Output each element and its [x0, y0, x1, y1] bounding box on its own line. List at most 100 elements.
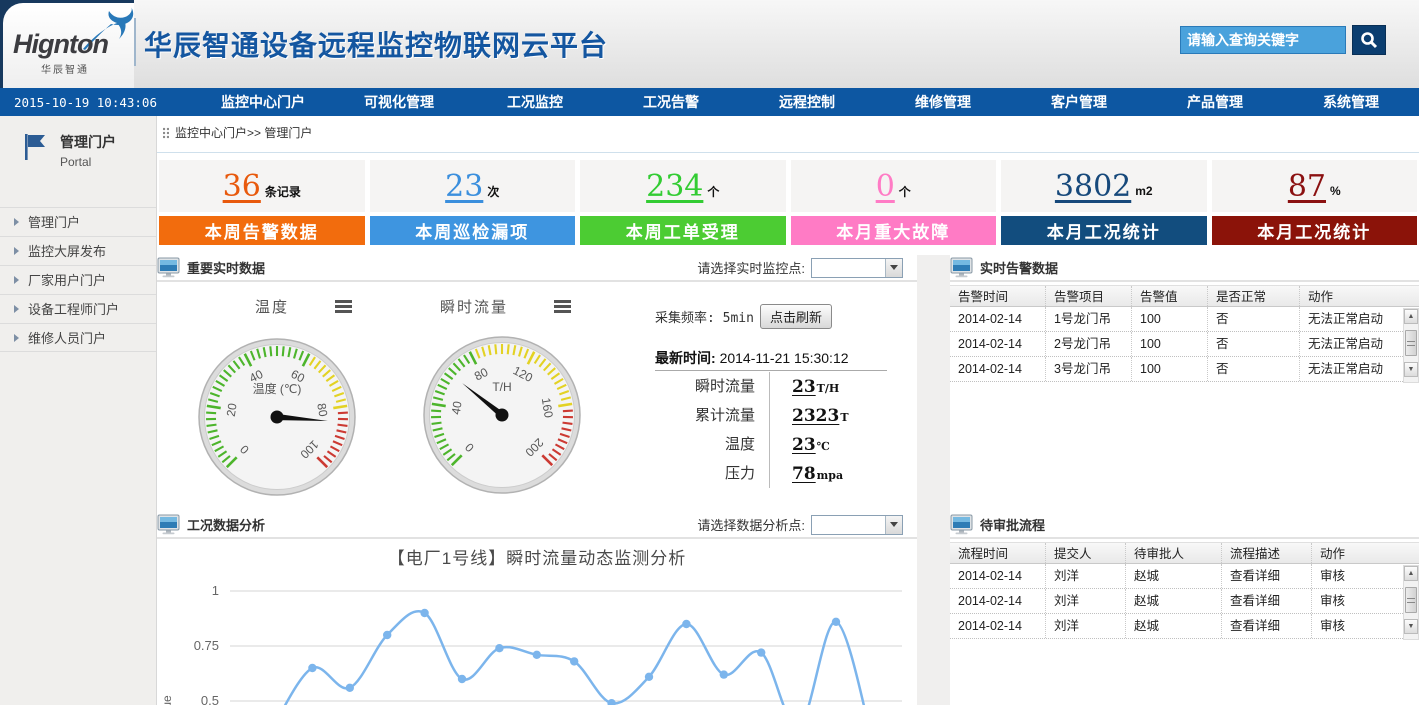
nav-item-客户管理[interactable]: 客户管理	[1011, 88, 1147, 116]
stat-card-0: 36条记录本周告警数据	[159, 160, 365, 245]
stat-value[interactable]: 0	[876, 169, 895, 204]
brand-subtitle: 华辰智通	[41, 61, 89, 76]
stat-value[interactable]: 3802	[1055, 169, 1131, 204]
reading-value[interactable]: 23T/H	[770, 377, 839, 397]
brand-name: Hignton	[13, 29, 108, 60]
svg-text:0.5: 0.5	[201, 693, 219, 705]
sidebar-item-管理门户[interactable]: 管理门户	[0, 207, 156, 236]
sidebar-arrow-icon	[14, 305, 19, 313]
stat-card-4: 3802 m2 本月工况统计	[1001, 160, 1207, 245]
svg-text:80: 80	[314, 402, 330, 418]
navbar-timestamp: 2015-10-19 10:43:06	[0, 95, 195, 110]
select-dropdown-arrow-icon[interactable]	[885, 259, 902, 277]
stat-unit: %	[1330, 184, 1341, 198]
stat-banner[interactable]: 本周巡检漏项	[370, 216, 576, 245]
table-cell: 否	[1208, 332, 1300, 356]
svg-text:20: 20	[224, 402, 240, 418]
nav-item-监控中心门户[interactable]: 监控中心门户	[195, 88, 331, 116]
select-value	[812, 516, 885, 534]
sidebar: 管理门户 Portal 管理门户监控大屏发布厂家用户门户设备工程师门户维修人员门…	[0, 116, 157, 705]
nav-item-系统管理[interactable]: 系统管理	[1283, 88, 1419, 116]
reading-label: 温度	[655, 430, 770, 459]
nav-item-可视化管理[interactable]: 可视化管理	[331, 88, 467, 116]
search-button[interactable]	[1352, 25, 1386, 55]
latest-time-value: 2014-11-21 15:30:12	[720, 350, 849, 366]
portal-subtitle: Portal	[60, 155, 116, 169]
column-header: 动作	[1300, 286, 1400, 306]
nav-item-维修管理[interactable]: 维修管理	[875, 88, 1011, 116]
table-row[interactable]: 2014-02-14刘洋赵城查看详细审核	[950, 564, 1419, 589]
svg-text:1: 1	[212, 583, 219, 598]
scroll-up-icon[interactable]: ▲	[1404, 566, 1418, 581]
nav-item-工况监控[interactable]: 工况监控	[467, 88, 603, 116]
stat-value-box: 0个	[791, 160, 997, 212]
svg-text:温度 (℃): 温度 (℃)	[253, 381, 302, 396]
table-cell: 审核	[1312, 564, 1400, 588]
monitor-point-select[interactable]	[811, 258, 903, 278]
stat-banner[interactable]: 本月工况统计	[1001, 216, 1207, 245]
monitor-icon	[950, 257, 974, 278]
stat-value-box: 36条记录	[159, 160, 365, 212]
table-row[interactable]: 2014-02-142号龙门吊100否无法正常启动	[950, 332, 1419, 357]
table-cell: 查看详细	[1222, 614, 1312, 638]
gauge1-menu-icon[interactable]	[335, 300, 352, 313]
nav-item-产品管理[interactable]: 产品管理	[1147, 88, 1283, 116]
table-cell: 审核	[1312, 589, 1400, 613]
table-row[interactable]: 2014-02-14刘洋赵城查看详细审核	[950, 614, 1419, 639]
column-header: 告警时间	[950, 286, 1046, 306]
main-content: 监控中心门户>> 管理门户 36条记录本周告警数据23次本周巡检漏项234个本周…	[157, 116, 1419, 705]
stat-value-box: 23次	[370, 160, 576, 212]
stat-unit: 条记录	[265, 183, 301, 200]
sidebar-item-label: 维修人员门户	[28, 331, 106, 346]
frequency-row: 采集频率: 5min 点击刷新	[655, 304, 832, 329]
table-scrollbar[interactable]: ▲▼	[1403, 308, 1419, 383]
reading-unit: T/H	[817, 382, 840, 395]
gauge2-menu-icon[interactable]	[554, 300, 571, 313]
scrollbar-thumb[interactable]	[1405, 587, 1417, 613]
scroll-down-icon[interactable]: ▼	[1404, 619, 1418, 634]
nav-item-工况告警[interactable]: 工况告警	[603, 88, 739, 116]
table-cell: 100	[1132, 357, 1208, 381]
table-cell: 无法正常启动	[1300, 332, 1400, 356]
nav-item-远程控制[interactable]: 远程控制	[739, 88, 875, 116]
analysis-point-select[interactable]	[811, 515, 903, 535]
sidebar-item-厂家用户门户[interactable]: 厂家用户门户	[0, 265, 156, 294]
stat-banner[interactable]: 本周告警数据	[159, 216, 365, 245]
gauge1-title-row: 温度	[255, 296, 352, 317]
refresh-button[interactable]: 点击刷新	[760, 304, 832, 329]
table-row[interactable]: 2014-02-14刘洋赵城查看详细审核	[950, 589, 1419, 614]
stat-value-box: 87%	[1212, 160, 1418, 212]
scrollbar-thumb[interactable]	[1405, 330, 1417, 356]
reading-unit: ℃	[817, 440, 830, 453]
table-row[interactable]: 2014-02-141号龙门吊100否无法正常启动	[950, 307, 1419, 332]
logo[interactable]: Hignton 华辰智通	[3, 3, 134, 88]
reading-unit: mpa	[817, 469, 843, 482]
dashboard-page: Hignton 华辰智通 华辰智通设备远程监控物联网云平台 2015-10-19…	[0, 0, 1419, 705]
sidebar-item-设备工程师门户[interactable]: 设备工程师门户	[0, 294, 156, 323]
stat-banner[interactable]: 本月重大故障	[791, 216, 997, 245]
stat-banner[interactable]: 本周工单受理	[580, 216, 786, 245]
reading-value[interactable]: 2323T	[770, 406, 849, 426]
stat-banner[interactable]: 本月工况统计	[1212, 216, 1418, 245]
reading-value[interactable]: 78mpa	[770, 464, 843, 484]
sidebar-item-监控大屏发布[interactable]: 监控大屏发布	[0, 236, 156, 265]
select-dropdown-arrow-icon[interactable]	[885, 516, 902, 534]
scroll-down-icon[interactable]: ▼	[1404, 362, 1418, 377]
stat-unit: m2	[1135, 184, 1152, 198]
stat-value[interactable]: 23	[445, 169, 483, 204]
stat-value[interactable]: 234	[646, 169, 703, 204]
table-scrollbar[interactable]: ▲▼	[1403, 565, 1419, 640]
scroll-up-icon[interactable]: ▲	[1404, 309, 1418, 324]
search-bar	[1180, 26, 1386, 55]
svg-text:0.75: 0.75	[194, 638, 219, 653]
stat-value[interactable]: 36	[223, 169, 261, 204]
search-input[interactable]	[1180, 26, 1346, 54]
reading-row: 温度23℃	[655, 430, 905, 459]
reading-value[interactable]: 23℃	[770, 435, 830, 455]
gauge2-title: 瞬时流量	[440, 296, 508, 317]
table-cell: 2014-02-14	[950, 307, 1046, 331]
table-row[interactable]: 2014-02-143号龙门吊100否无法正常启动	[950, 357, 1419, 382]
analysis-panel-title: 工况数据分析	[187, 515, 265, 534]
sidebar-item-维修人员门户[interactable]: 维修人员门户	[0, 323, 156, 352]
stat-value[interactable]: 87	[1288, 169, 1326, 204]
